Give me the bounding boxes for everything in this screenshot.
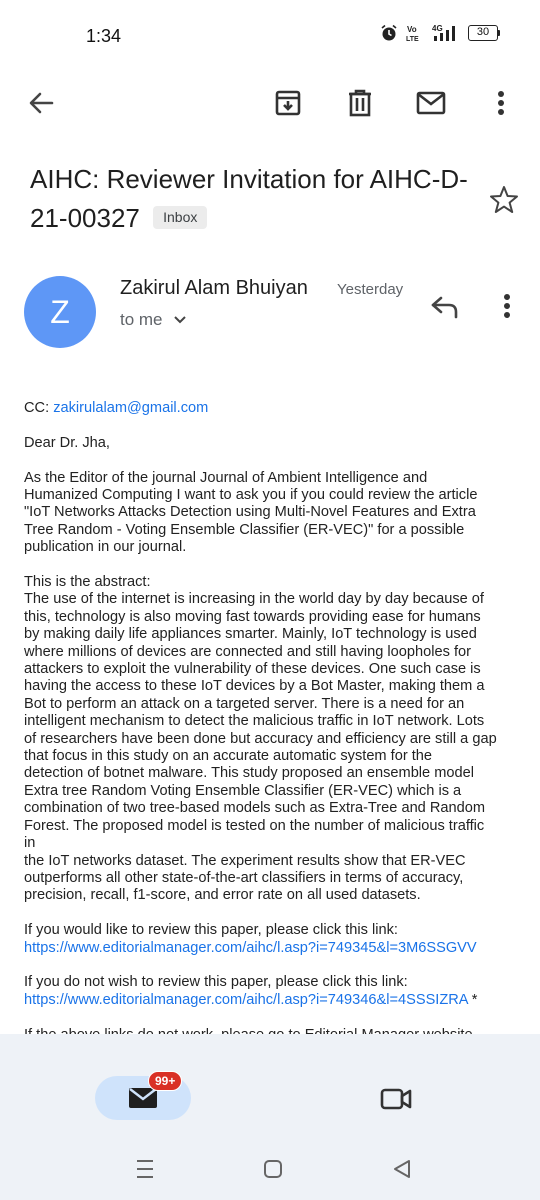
cc-email-link[interactable]: zakirulalam@gmail.com (53, 400, 208, 416)
abstract-line: combination of two tree-based models suc… (24, 800, 486, 817)
cc-label: CC: (24, 400, 54, 416)
mark-unread-icon (416, 91, 446, 115)
status-time: 1:34 (86, 26, 122, 46)
accept-text: If you would like to review this paper, … (24, 922, 398, 939)
back-button[interactable] (24, 86, 58, 120)
delete-icon (349, 89, 371, 117)
abstract-line: where millions of devices are connected … (24, 643, 471, 660)
email-date: Yesterday (337, 281, 404, 298)
decline-paragraph: If you do not wish to review this paper,… (24, 974, 524, 1009)
sender-avatar[interactable]: Z (24, 276, 96, 348)
abstract-line: Bot to perform an attack on a targeted s… (24, 695, 465, 712)
subject-text: AIHC: Reviewer Invitation for AIHC-D-21-… (30, 164, 468, 233)
battery-level: 30 (468, 25, 498, 41)
star-button[interactable] (488, 184, 520, 216)
abstract-line: intelligent mechanism to detect the mali… (24, 713, 485, 730)
decline-text: If you do not wish to review this paper,… (24, 974, 408, 991)
abstract-line: that focus in this study on an accurate … (24, 748, 433, 765)
intro-line: Humanized Computing I want to ask you if… (24, 487, 478, 503)
reply-button[interactable] (426, 292, 462, 322)
intro-line: "IoT Networks Attacks Detection using Mu… (24, 504, 476, 521)
abstract-line: of researchers have been done but accura… (24, 730, 497, 747)
email-body: CC: zakirulalam@gmail.com Dear Dr. Jha, … (24, 400, 524, 1061)
intro-line: As the Editor of the journal Journal of … (24, 469, 428, 486)
abstract-line: attackers to exploit the vulnerability o… (24, 661, 481, 678)
inbox-label-chip[interactable]: Inbox (153, 205, 208, 229)
more-vert-icon (498, 91, 504, 115)
email-subject: AIHC: Reviewer Invitation for AIHC-D-21-… (30, 160, 470, 238)
greeting: Dear Dr. Jha, (24, 434, 110, 451)
recipient-details-toggle[interactable]: to me (120, 310, 187, 330)
alarm-icon (380, 24, 398, 42)
star-icon (490, 186, 518, 213)
decline-suffix: * (467, 991, 478, 1008)
accept-paragraph: If you would like to review this paper, … (24, 922, 524, 957)
archive-icon (275, 90, 301, 116)
system-back-button[interactable] (387, 1154, 417, 1184)
abstract-line: the IoT networks dataset. The experiment… (24, 852, 466, 869)
decline-review-link[interactable]: https://www.editorialmanager.com/aihc/l.… (24, 992, 468, 1008)
intro-line: Tree Random - Voting Ensemble Classifier… (24, 521, 465, 538)
email-toolbar (0, 80, 540, 126)
abstract-line: precision, recall, f1-score, and error r… (24, 887, 421, 904)
back-triangle-icon (394, 1160, 410, 1178)
abstract-line: having the access to these IoT devices b… (24, 678, 485, 695)
home-icon (264, 1160, 282, 1178)
abstract-paragraph: This is the abstract: The use of the int… (24, 574, 524, 905)
recents-button[interactable] (130, 1154, 160, 1184)
intro-paragraph: As the Editor of the journal Journal of … (24, 470, 524, 557)
chevron-down-icon (173, 316, 186, 324)
video-call-icon (380, 1088, 412, 1110)
bottom-app-nav: 99+ (0, 1034, 540, 1138)
recents-icon (137, 1160, 153, 1178)
status-bar: 1:34 Vo LTE 4G 30 (0, 0, 540, 72)
abstract-line: Extra tree Random Voting Ensemble Classi… (24, 782, 462, 799)
abstract-line: in (24, 835, 36, 852)
message-more-button[interactable] (496, 290, 518, 322)
signal-icon: 4G (430, 24, 460, 42)
abstract-line: The use of the internet is increasing in… (24, 591, 484, 608)
more-options-button[interactable] (484, 86, 518, 120)
abstract-line: detection of botnet malware. This study … (24, 765, 474, 782)
sender-name: Zakirul Alam Bhuiyan (120, 277, 308, 299)
home-button[interactable] (258, 1154, 288, 1184)
abstract-line: This is the abstract: (24, 574, 151, 591)
archive-button[interactable] (271, 86, 305, 120)
battery-icon: 30 (468, 25, 500, 41)
recipient-text: to me (120, 310, 163, 329)
cc-line: CC: zakirulalam@gmail.com (24, 400, 524, 417)
unread-count-badge: 99+ (148, 1071, 183, 1091)
abstract-line: by making daily life appliances smarter.… (24, 626, 477, 643)
delete-button[interactable] (343, 86, 377, 120)
volte-icon: Vo LTE (406, 24, 422, 42)
meet-tab[interactable] (378, 1084, 414, 1114)
intro-line: publication in our journal. (24, 539, 187, 556)
abstract-line: Forest. The proposed model is tested on … (24, 817, 485, 834)
back-arrow-icon (29, 92, 54, 114)
abstract-line: this, technology is also moving fast tow… (24, 608, 481, 625)
status-icons: Vo LTE 4G 30 (380, 24, 500, 42)
accept-review-link[interactable]: https://www.editorialmanager.com/aihc/l.… (24, 940, 477, 956)
more-vert-icon (504, 294, 510, 318)
svg-text:4G: 4G (432, 24, 443, 33)
abstract-line: outperforms all other state-of-the-art c… (24, 869, 464, 886)
system-nav-bar (0, 1138, 540, 1200)
svg-text:LTE: LTE (406, 36, 419, 42)
svg-text:Vo: Vo (407, 25, 417, 34)
mark-unread-button[interactable] (414, 86, 448, 120)
reply-icon (431, 296, 458, 319)
